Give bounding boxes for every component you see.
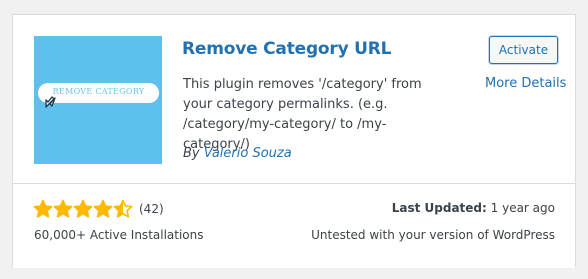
plugin-author: By Valerio Souza xyxy=(183,146,292,161)
star-filled-icon xyxy=(93,199,113,218)
star-filled-icon xyxy=(53,199,73,218)
star-rating: (42) xyxy=(33,199,164,219)
star-filled-icon xyxy=(33,199,53,218)
plugin-description: This plugin removes '/category' from you… xyxy=(183,77,422,152)
last-updated: Last Updated: 1 year ago xyxy=(392,201,555,215)
plugin-card: REMOVE CATEGORY Remove Category URL This… xyxy=(12,14,576,268)
star-filled-icon xyxy=(73,199,93,218)
plugin-thumbnail[interactable]: REMOVE CATEGORY xyxy=(34,36,162,164)
author-prefix: By xyxy=(183,146,200,161)
plugin-card-top: REMOVE CATEGORY Remove Category URL This… xyxy=(13,15,575,183)
stars-container xyxy=(33,199,133,219)
cursor-arrow-icon xyxy=(45,96,56,108)
rating-count[interactable]: (42) xyxy=(139,202,164,216)
compatibility-notice: Untested with your version of WordPress xyxy=(311,228,555,242)
plugin-title[interactable]: Remove Category URL xyxy=(182,39,392,59)
author-link[interactable]: Valerio Souza xyxy=(204,146,292,161)
more-details-link[interactable]: More Details xyxy=(485,76,566,91)
active-installations: 60,000+ Active Installations xyxy=(34,228,204,242)
last-updated-value: 1 year ago xyxy=(490,201,555,215)
activate-button[interactable]: Activate xyxy=(489,36,558,64)
last-updated-label: Last Updated: xyxy=(391,201,487,215)
plugin-card-bottom: (42) 60,000+ Active Installations Last U… xyxy=(13,183,575,268)
thumbnail-text: REMOVE CATEGORY xyxy=(52,87,145,96)
star-half-icon xyxy=(113,199,133,218)
